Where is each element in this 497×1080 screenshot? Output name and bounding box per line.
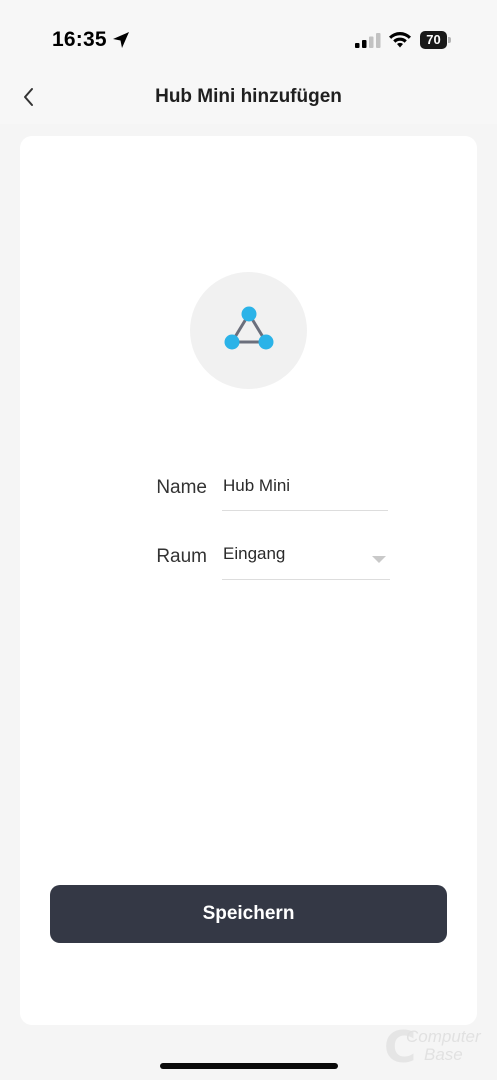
room-underline [222,579,390,580]
name-underline [222,510,388,511]
page-title: Hub Mini hinzufügen [155,86,342,107]
device-icon-circle [190,272,307,389]
save-button[interactable]: Speichern [50,885,447,943]
battery-icon: 70 [420,31,451,49]
status-time: 16:35 [52,28,107,51]
room-select[interactable]: Eingang [222,540,390,580]
device-card: Name Hub Mini Raum Eingang Speichern [20,136,477,1025]
app-screen: 16:35 70 Hub Mini hinzufügen Name Hub Mi… [0,0,497,1080]
navigation-bar: Hub Mini hinzufügen [0,78,497,124]
name-value: Hub Mini [223,476,291,495]
computerbase-watermark: C Computer Base [384,1020,494,1073]
wifi-icon [389,32,411,48]
status-bar: 16:35 70 [0,0,497,78]
room-label: Raum [156,546,207,567]
watermark-line1: Computer [406,1027,481,1046]
watermark-line2: Base [424,1045,463,1064]
battery-level: 70 [426,32,441,47]
name-input[interactable]: Hub Mini [222,472,388,512]
cellular-signal-icon [355,33,381,48]
home-indicator[interactable] [160,1063,338,1069]
battery-body: 70 [420,31,447,49]
hub-triangle-icon [224,306,274,350]
room-value: Eingang [223,544,286,563]
location-arrow-icon [113,32,129,48]
dropdown-arrow-icon [372,556,386,563]
name-label: Name [156,477,207,498]
battery-cap [448,37,451,43]
